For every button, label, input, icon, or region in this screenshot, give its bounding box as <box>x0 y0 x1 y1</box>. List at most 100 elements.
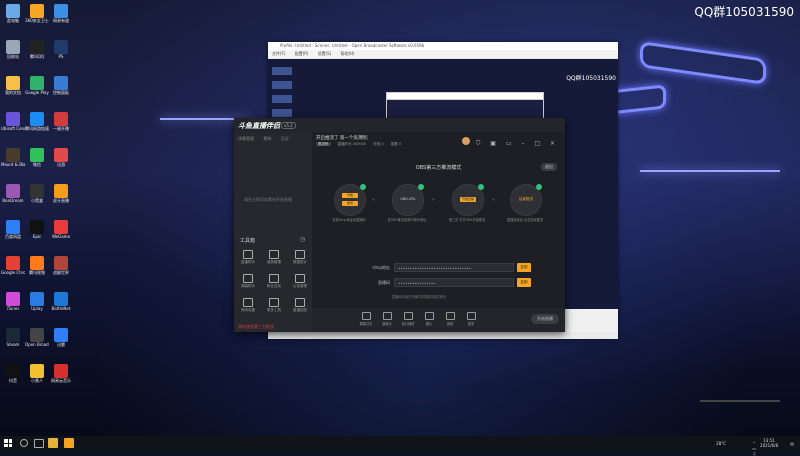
toolbox-item[interactable]: 公告管理 <box>288 274 312 289</box>
desktop-icon[interactable]: WeGame <box>49 220 73 239</box>
step-3-caption: 第三步 打开OBS开始推流 <box>448 218 486 222</box>
desktop-icon[interactable]: 虎牙直播 <box>49 184 73 203</box>
obs-menu-item[interactable]: 配置(P) <box>295 51 309 56</box>
tab-interaction[interactable]: 互动 <box>281 136 289 141</box>
notification-icon[interactable]: ▤ <box>790 441 794 446</box>
desktop-icon[interactable]: 腾讯网游加速器 <box>25 112 49 131</box>
desktop-icon[interactable]: 网易云音乐 <box>49 364 73 383</box>
desktop-icon[interactable]: 小黑盒 <box>25 184 49 203</box>
source-button[interactable]: 摄像头 <box>377 312 397 326</box>
search-icon[interactable] <box>20 439 28 447</box>
desktop-icon[interactable]: 抖音 <box>1 364 25 383</box>
live-app-window[interactable]: 斗鱼直播伴侣 v5.2 场景管理 素材 互动 请在左侧添加素材开始直播 工具箱 … <box>234 118 565 332</box>
desktop-icon[interactable]: 我的文档 <box>1 76 25 95</box>
desktop-icon[interactable]: iTunes <box>1 292 25 311</box>
tool-icon <box>243 298 253 307</box>
avatar[interactable] <box>461 137 470 145</box>
source-button[interactable]: 窗口捕获 <box>398 312 418 326</box>
weather-temperature[interactable]: 28°C <box>716 441 726 446</box>
desktop-icon[interactable]: BanDream <box>1 184 25 203</box>
third-party-help-link[interactable]: 如何使用第三方推流 <box>238 324 274 330</box>
task-view-icon[interactable] <box>34 439 44 448</box>
shirt-icon[interactable]: ⛉ <box>476 140 485 147</box>
desktop-icon[interactable]: BattleNet <box>49 292 73 311</box>
maximize-icon[interactable]: □ <box>534 140 544 147</box>
step-1-start-button[interactable]: 开始 <box>342 193 358 198</box>
close-icon[interactable]: × <box>550 140 559 147</box>
street-light-decoration <box>700 400 780 402</box>
desktop-icon[interactable]: Open Broadcaster <box>25 328 49 347</box>
desktop-icon[interactable]: 回收站 <box>1 40 25 59</box>
toolbox-item[interactable]: 道具管理 <box>262 250 286 265</box>
stream-key-field[interactable]: •••••••••••••••• <box>394 278 514 287</box>
message-icon[interactable]: ▭ <box>506 140 516 147</box>
app-icon <box>54 220 68 234</box>
desktop-icon[interactable]: 控制面板 <box>49 76 73 95</box>
desktop-icon[interactable]: 迅游 <box>49 148 73 167</box>
clock-icon[interactable]: ◷ <box>300 236 305 243</box>
copy-key-button[interactable]: 复制 <box>517 278 531 287</box>
file-explorer-icon[interactable] <box>48 438 58 448</box>
obs-menu-item[interactable]: 设置(S) <box>318 51 332 56</box>
obs-title-bar[interactable]: Profile: Untitled - Scenes: Untitled - O… <box>268 42 618 50</box>
exit-mode-button[interactable]: 退出 <box>541 163 557 171</box>
start-live-button[interactable]: 开始直播 <box>531 314 559 324</box>
source-button[interactable]: 更多 <box>461 312 481 326</box>
desktop-icon[interactable]: Epic <box>25 220 49 239</box>
desktop-icon[interactable]: 网易有道 <box>49 4 73 23</box>
toolbox-item[interactable]: 直播助手 <box>236 250 260 265</box>
step-4-end-text[interactable]: 结束推流 <box>511 197 541 202</box>
toolbox-item[interactable]: 弹幕助手 <box>236 274 260 289</box>
desktop-icon[interactable]: 此电脑 <box>1 4 25 23</box>
desktop-icon[interactable]: 战舰世界 <box>49 256 73 275</box>
copy-rtmp-button[interactable]: 复制 <box>517 263 531 272</box>
desktop-icon[interactable]: 微信 <box>25 148 49 167</box>
desktop-icon[interactable]: Mount & Blade <box>1 148 25 167</box>
obs-menu-item[interactable]: 文件(F) <box>272 51 285 56</box>
room-title[interactable]: 开启推流了 第一个房间 <box>316 135 362 141</box>
app-title-bar[interactable]: 斗鱼直播伴侣 v5.2 <box>234 118 565 132</box>
desktop-icon[interactable]: 一键开播 <box>49 112 73 131</box>
toolbox-item[interactable]: 房间设置 <box>236 298 260 313</box>
gift-icon[interactable]: ▣ <box>490 140 500 147</box>
desktop-icon[interactable]: 360安全卫士 <box>25 4 49 23</box>
desktop-icon[interactable]: Uplay <box>25 292 49 311</box>
source-button[interactable]: 屏幕共享 <box>356 312 376 326</box>
clock[interactable]: 13:51 2021/6/8 <box>760 438 778 448</box>
desktop-icon[interactable]: Google Chrome <box>1 256 25 275</box>
desktop-icon[interactable]: 腾讯QQ <box>25 40 49 59</box>
toolbox-item[interactable]: 数据统计 <box>288 250 312 265</box>
desktop-icon[interactable]: 百度网盘 <box>1 220 25 239</box>
desktop-icon[interactable]: 腾讯视频 <box>25 256 49 275</box>
stream-key-pill[interactable]: 推流码 <box>316 142 331 146</box>
toolbox-item[interactable]: 粉丝互动 <box>262 274 286 289</box>
desktop-icon[interactable]: 小黄人 <box>25 364 49 383</box>
online-count: 在线 0 <box>373 142 384 146</box>
source-button[interactable]: 图片 <box>419 312 439 326</box>
windows-start-icon[interactable] <box>4 439 12 447</box>
desktop-icon[interactable]: PS <box>49 40 73 59</box>
tab-sources[interactable]: 素材 <box>263 136 271 141</box>
desktop-icon[interactable]: Steam <box>1 328 25 347</box>
step-1-push-button[interactable]: 推流 <box>342 201 358 206</box>
desktop-icon[interactable]: 迅雷 <box>49 328 73 347</box>
source-label: 音频 <box>446 322 454 326</box>
source-button[interactable]: 音频 <box>440 312 460 326</box>
tab-scenes[interactable]: 场景管理 <box>238 136 254 141</box>
tray-icons[interactable]: ⌃ ▭ ♫ <box>752 441 756 456</box>
desktop-icon[interactable]: Google Play <box>25 76 49 95</box>
toolbox-title: 工具箱 <box>240 238 256 244</box>
desktop-icon[interactable]: Ubisoft Connect <box>1 112 25 131</box>
step-3-start-live-button[interactable]: 开始直播 <box>460 197 476 202</box>
tool-label: 道具管理 <box>267 260 281 264</box>
tool-label: 直播助手 <box>241 260 255 264</box>
rtmp-field[interactable]: ••••••••••••••••••••••••••••••• <box>394 263 514 272</box>
toolbox-item[interactable]: 直播回放 <box>288 298 312 313</box>
room-category-badge[interactable]: 娱乐 <box>357 135 368 140</box>
app-sidebar: 场景管理 素材 互动 请在左侧添加素材开始直播 工具箱 ◷ 直播助手 道具管理 数据… <box>234 132 312 332</box>
live-app-taskbar-icon[interactable] <box>64 438 74 448</box>
minimize-icon[interactable]: – <box>521 140 528 147</box>
obs-menu-item[interactable]: 帮助(H) <box>340 51 354 56</box>
desktop-icon-label: Ubisoft Connect <box>1 126 25 131</box>
toolbox-item[interactable]: 更多工具 <box>262 298 286 313</box>
